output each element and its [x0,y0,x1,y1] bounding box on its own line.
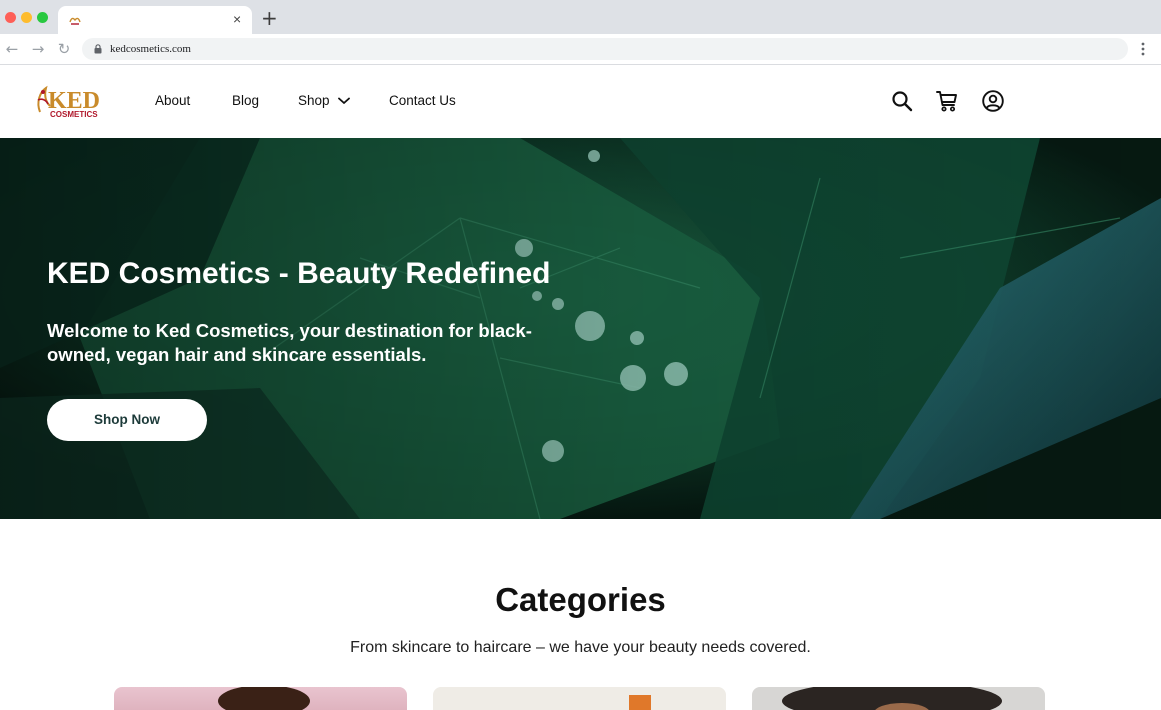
categories-title: Categories [495,581,666,618]
menu-dots-icon[interactable] [1138,41,1148,57]
url-text: kedcosmetics.com [110,43,191,55]
tab-strip: × + [0,0,1161,34]
nav-about[interactable]: About [155,93,190,109]
favicon-icon [69,17,81,25]
category-card[interactable] [114,687,407,710]
category-card[interactable] [752,687,1045,710]
hero-title: KED Cosmetics - Beauty Redefined [47,257,551,290]
hero-subtitle: Welcome to Ked Cosmetics, your destinati… [47,320,532,365]
cart-icon[interactable] [935,89,959,113]
category-image [782,687,1002,710]
category-image [629,695,651,710]
shop-now-button[interactable]: Shop Now [47,399,207,441]
site-header: KED COSMETICS About Blog Shop Contact Us [0,65,1161,138]
forward-button[interactable]: → [30,40,46,58]
browser-chrome: × + ← → ↻ kedcosmetics.com [0,0,1161,65]
back-button[interactable]: ← [4,40,20,58]
browser-toolbar: ← → ↻ kedcosmetics.com [0,34,1161,65]
nav-blog[interactable]: Blog [232,93,259,109]
window-maximize-button[interactable] [37,12,48,23]
reload-button[interactable]: ↻ [56,40,72,58]
category-image [218,687,310,710]
category-card[interactable] [433,687,726,710]
new-tab-button[interactable]: + [261,8,278,28]
lock-icon [94,44,102,54]
nav-shop[interactable]: Shop [298,93,330,109]
chevron-down-icon[interactable] [338,97,350,105]
nav-contact-us[interactable]: Contact Us [389,93,456,109]
site-logo[interactable]: KED COSMETICS [34,82,108,120]
window-close-button[interactable] [5,12,16,23]
address-bar[interactable]: kedcosmetics.com [82,38,1128,60]
account-icon[interactable] [981,89,1005,113]
window-minimize-button[interactable] [21,12,32,23]
search-icon[interactable] [890,89,914,113]
tab-close-button[interactable]: × [233,11,241,27]
svg-text:COSMETICS: COSMETICS [50,110,98,119]
hero-banner: KED Cosmetics - Beauty Redefined Welcome… [0,138,1161,519]
categories-subtitle: From skincare to haircare – we have your… [350,639,811,656]
browser-tab[interactable]: × [58,6,252,34]
